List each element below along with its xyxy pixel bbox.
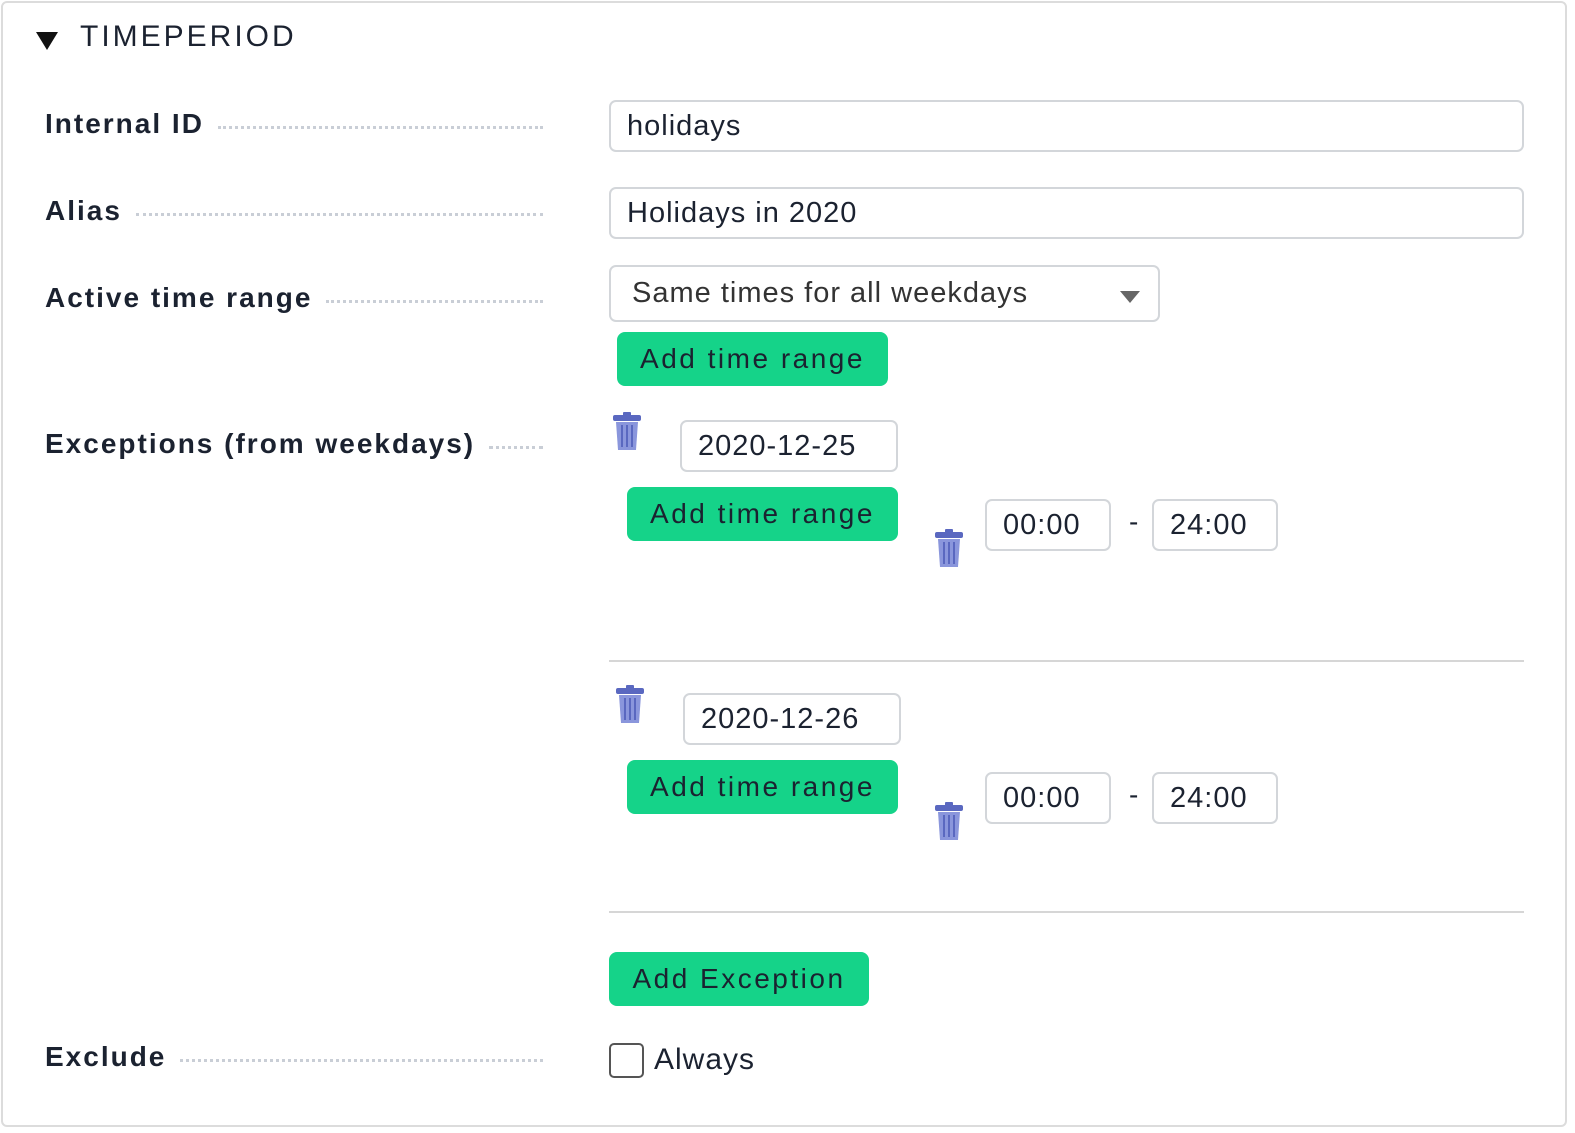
active-time-range-select[interactable]: Same times for all weekdays — [609, 265, 1160, 322]
label-leader-dots — [135, 213, 543, 216]
exception-date-input[interactable]: 2020-12-25 — [680, 420, 898, 472]
time-to-input[interactable]: 24:00 — [1152, 499, 1278, 551]
label-leader-dots — [217, 126, 543, 129]
label-leader-dots — [180, 1059, 543, 1062]
add-time-range-button[interactable]: Add time range — [617, 332, 888, 386]
chevron-down-icon — [1120, 291, 1140, 303]
add-time-range-button[interactable]: Add time range — [627, 760, 898, 814]
internal-id-input[interactable]: holidays — [609, 100, 1524, 152]
internal-id-label-row: Internal ID — [45, 108, 543, 140]
select-value: Same times for all weekdays — [632, 277, 1029, 309]
collapse-triangle-icon[interactable] — [36, 32, 58, 50]
exclude-always-checkbox[interactable] — [609, 1043, 644, 1078]
exceptions-label-row: Exceptions (from weekdays) — [45, 428, 543, 460]
delete-time-range-trash-icon[interactable] — [934, 528, 964, 568]
time-to-input[interactable]: 24:00 — [1152, 772, 1278, 824]
add-exception-button[interactable]: Add Exception — [609, 952, 869, 1006]
internal-id-label: Internal ID — [45, 108, 204, 139]
exclude-label-row: Exclude — [45, 1041, 543, 1073]
exceptions-label: Exceptions (from weekdays) — [45, 428, 476, 459]
time-from-input[interactable]: 00:00 — [985, 499, 1111, 551]
delete-exception-trash-icon[interactable] — [615, 684, 645, 724]
exclude-label: Exclude — [45, 1041, 167, 1072]
exclude-always-label[interactable]: Always — [654, 1043, 755, 1077]
delete-time-range-trash-icon[interactable] — [934, 801, 964, 841]
time-from-input[interactable]: 00:00 — [985, 772, 1111, 824]
label-leader-dots — [489, 446, 543, 449]
section-title: TIMEPERIOD — [80, 20, 297, 53]
alias-label-row: Alias — [45, 195, 543, 227]
alias-input[interactable]: Holidays in 2020 — [609, 187, 1524, 239]
add-time-range-button[interactable]: Add time range — [627, 487, 898, 541]
exception-date-input[interactable]: 2020-12-26 — [683, 693, 901, 745]
active-time-range-label: Active time range — [45, 282, 313, 313]
exception-divider — [609, 660, 1524, 662]
section-header[interactable]: TIMEPERIOD — [36, 20, 297, 54]
alias-label: Alias — [45, 195, 122, 226]
delete-exception-trash-icon[interactable] — [612, 411, 642, 451]
label-leader-dots — [326, 300, 543, 303]
time-separator: - — [1129, 506, 1139, 537]
time-separator: - — [1129, 779, 1139, 810]
active-time-range-label-row: Active time range — [45, 282, 543, 314]
exception-divider — [609, 911, 1524, 913]
